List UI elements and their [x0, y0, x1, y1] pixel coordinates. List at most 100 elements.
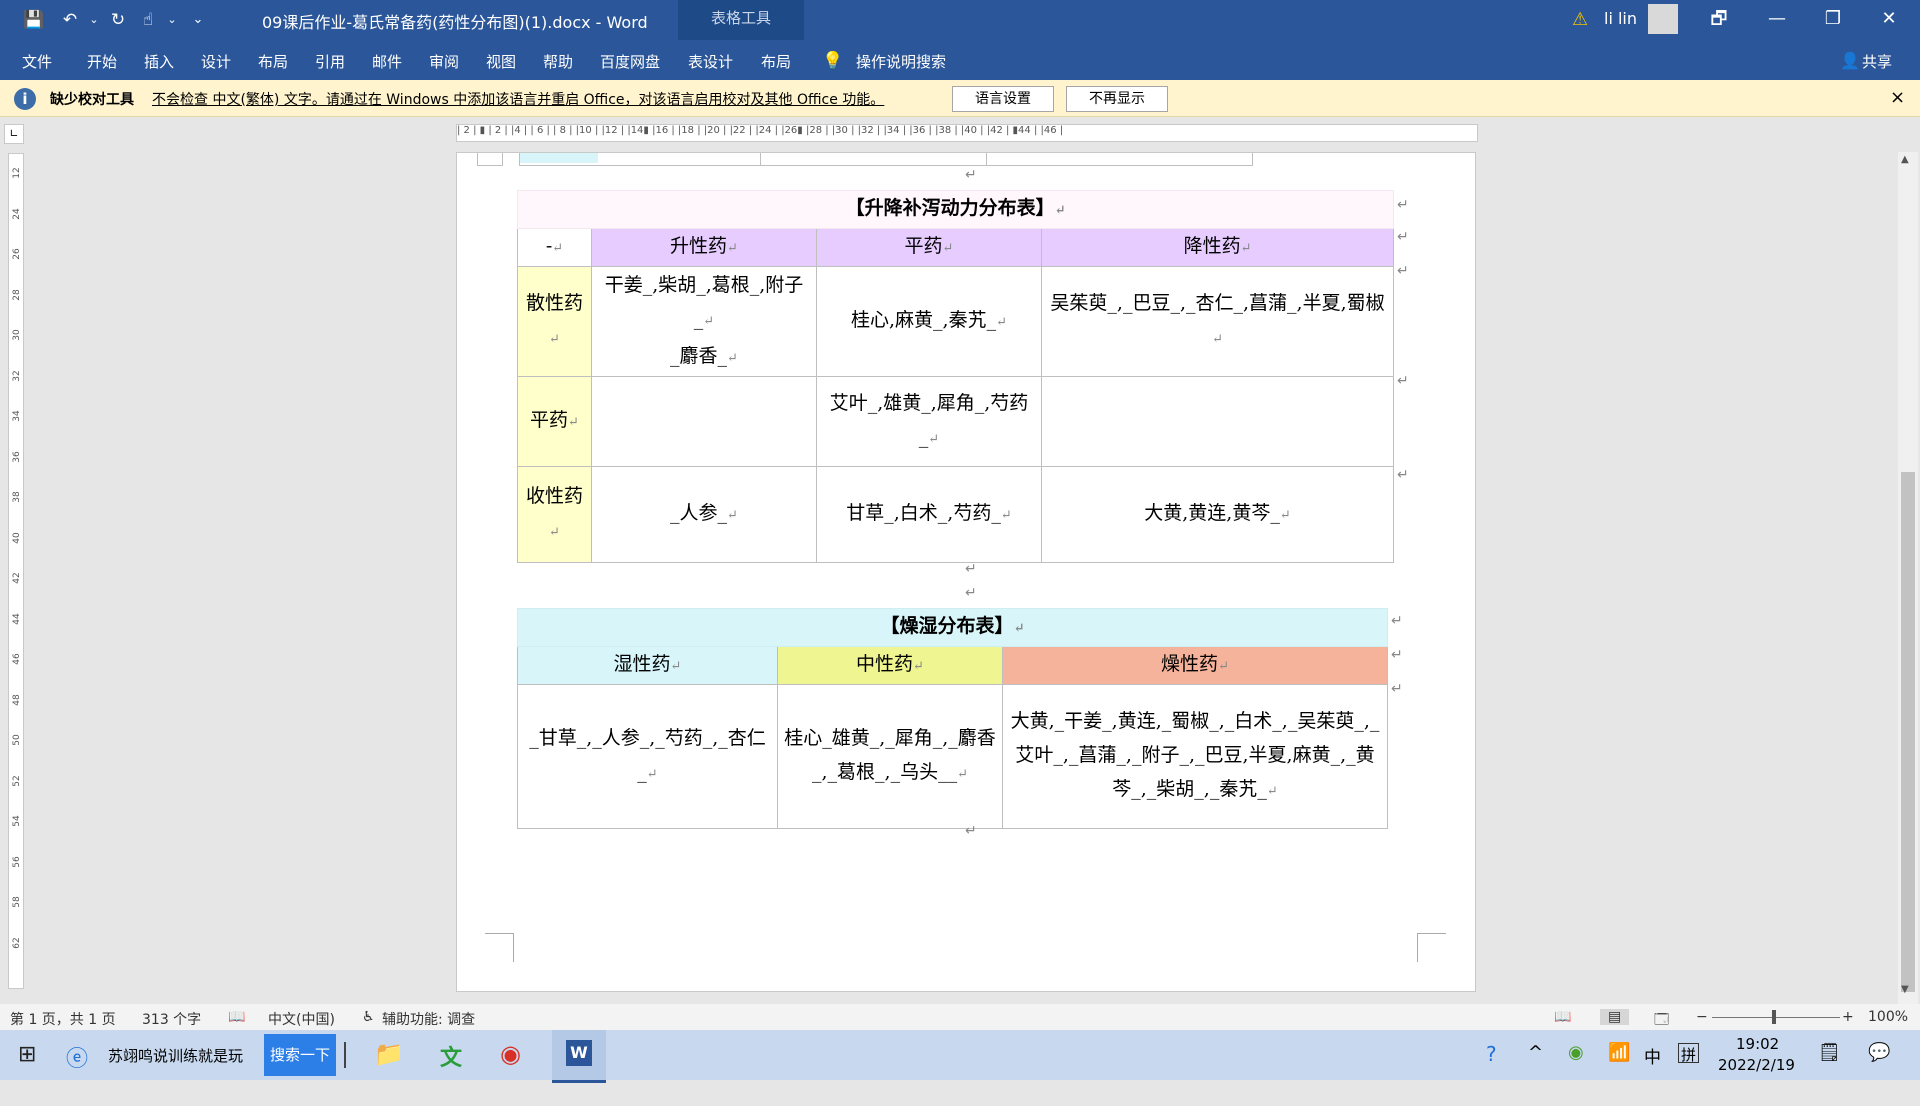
- table-cell[interactable]: 大黄,_干姜_,黄连,_蜀椒_,_白术_,_吴茱萸_,_艾叶_,_菖蒲_,_附子…: [1001, 684, 1389, 829]
- row-header[interactable]: 平药↵: [517, 376, 592, 467]
- tab-file[interactable]: 文件: [22, 51, 52, 72]
- notes-icon[interactable]: 🗒: [1818, 1042, 1841, 1092]
- table-corner-cell[interactable]: -↵: [517, 228, 592, 267]
- zoom-out-button[interactable]: −: [1696, 1009, 1708, 1025]
- save-icon[interactable]: 💾: [22, 8, 46, 32]
- column-header[interactable]: 燥性药↵: [1001, 646, 1389, 685]
- page-count[interactable]: 第 1 页，共 1 页: [10, 1009, 116, 1029]
- file-explorer-icon[interactable]: 📁: [374, 1040, 404, 1090]
- tab-review[interactable]: 审阅: [429, 51, 459, 72]
- wps-text-icon[interactable]: 文: [440, 1040, 462, 1090]
- print-layout-icon[interactable]: ▤: [1600, 1009, 1630, 1025]
- minimize-icon[interactable]: —: [1754, 0, 1800, 40]
- table-cell[interactable]: 桂心,麻黄_,秦艽_↵: [816, 266, 1042, 377]
- table-cell[interactable]: 桂心_雄黄_,_犀角_,_麝香_,_葛根_,_乌头__↵: [777, 684, 1003, 829]
- zoom-slider[interactable]: [1712, 1017, 1840, 1018]
- tray-app-icon[interactable]: ◉: [1568, 1042, 1584, 1092]
- zoom-in-button[interactable]: +: [1842, 1009, 1854, 1025]
- language-settings-button[interactable]: 语言设置: [952, 86, 1054, 112]
- column-header[interactable]: 降性药↵: [1040, 228, 1395, 267]
- touch-mode-icon[interactable]: ☝: [136, 8, 160, 32]
- user-name[interactable]: li lin: [1604, 9, 1637, 28]
- tab-home[interactable]: 开始: [87, 51, 117, 72]
- warning-icon[interactable]: ⚠: [1572, 9, 1588, 30]
- message-bar-close-icon[interactable]: ×: [1890, 87, 1905, 108]
- help-icon[interactable]: ?: [1486, 1042, 1497, 1092]
- row-header[interactable]: 散性药↵: [517, 266, 592, 377]
- column-header[interactable]: 中性药↵: [777, 646, 1003, 685]
- avatar[interactable]: [1648, 4, 1678, 34]
- tab-selector[interactable]: ∟: [4, 124, 24, 144]
- tab-references[interactable]: 引用: [315, 51, 345, 72]
- tab-table-layout[interactable]: 布局: [761, 51, 791, 72]
- table-cell[interactable]: 甘草_,白术_,芍药_↵: [816, 466, 1042, 563]
- undo-dropdown-icon[interactable]: ⌄: [82, 8, 106, 32]
- wifi-icon[interactable]: 📶: [1608, 1042, 1630, 1092]
- tab-view[interactable]: 视图: [486, 51, 516, 72]
- scrollbar-thumb[interactable]: [1901, 472, 1915, 992]
- dryness-dampness-table[interactable]: 【燥湿分布表】↵ 湿性药↵ 中性药↵ 燥性药↵ _甘草_,_人参_,_芍药_,_…: [516, 608, 1389, 829]
- clock-date[interactable]: 2022/2/19: [1718, 1056, 1795, 1106]
- search-button[interactable]: 搜索一下: [264, 1034, 336, 1076]
- touch-dropdown-icon[interactable]: ⌄: [160, 8, 184, 32]
- zoom-slider-thumb[interactable]: [1772, 1010, 1776, 1024]
- scroll-up-icon[interactable]: ▲: [1901, 154, 1909, 165]
- table-cell[interactable]: 大黄,黄连,黄芩_↵: [1040, 466, 1395, 563]
- table-cell[interactable]: _人参_↵: [591, 466, 817, 563]
- table-cell[interactable]: [1040, 376, 1395, 467]
- vertical-scrollbar[interactable]: ▲ ▼: [1898, 152, 1918, 1004]
- message-bar-text[interactable]: 不会检查 中文(繁体) 文字。请通过在 Windows 中添加该语言并重启 Of…: [152, 89, 884, 109]
- tab-table-design[interactable]: 表设计: [688, 51, 733, 72]
- word-count[interactable]: 313 个字: [142, 1009, 201, 1029]
- table-cell[interactable]: 吴茱萸_,_巴豆_,_杏仁_,菖蒲_,半夏,蜀椒↵: [1040, 266, 1395, 377]
- ime-mode[interactable]: 拼: [1678, 1043, 1700, 1064]
- accessibility-status[interactable]: 辅助功能: 调查: [382, 1009, 475, 1029]
- read-mode-icon[interactable]: 📖: [1554, 1009, 1571, 1025]
- tab-layout[interactable]: 布局: [258, 51, 288, 72]
- column-header[interactable]: 升性药↵: [591, 228, 817, 267]
- word-taskbar-button[interactable]: W: [552, 1030, 606, 1083]
- table-title[interactable]: 【升降补泻动力分布表】↵: [516, 190, 1395, 229]
- ie-browser-icon[interactable]: ⓔ: [66, 1041, 88, 1091]
- proofing-icon[interactable]: 📖: [228, 1009, 245, 1025]
- dynamics-distribution-table[interactable]: 【升降补泻动力分布表】↵ -↵ 升性药↵ 平药↵ 降性药↵ 散性药↵ 干姜_,柴…: [516, 190, 1395, 563]
- vertical-ruler[interactable]: 12 24 26 28 30 32 34 36 38 40 42 44 46 48 50 52 54 56 58 62: [8, 153, 24, 989]
- notifications-icon[interactable]: 💬: [1868, 1042, 1890, 1092]
- row-header[interactable]: 收性药↵: [517, 466, 592, 563]
- horizontal-ruler[interactable]: | 2 | ▮ | 2 | |4 | | 6 | | 8 | |10 | |12…: [456, 124, 1478, 142]
- tab-help[interactable]: 帮助: [543, 51, 573, 72]
- language-indicator[interactable]: 中文(中国): [268, 1009, 335, 1029]
- end-of-row-mark: ↵: [1391, 647, 1403, 663]
- tab-insert[interactable]: 插入: [144, 51, 174, 72]
- lightbulb-icon[interactable]: 💡: [822, 51, 843, 71]
- table-cell[interactable]: 艾叶_,雄黄_,犀角_,芍药_↵: [816, 376, 1042, 467]
- windows-start-icon[interactable]: ⊞: [18, 1042, 36, 1092]
- tab-baidu-netdisk[interactable]: 百度网盘: [600, 51, 660, 72]
- column-header[interactable]: 湿性药↵: [517, 646, 778, 685]
- table-title[interactable]: 【燥湿分布表】↵: [516, 608, 1389, 647]
- person-icon[interactable]: 👤: [1840, 51, 1860, 70]
- tab-mailings[interactable]: 邮件: [372, 51, 402, 72]
- restore-icon[interactable]: ❐: [1810, 0, 1856, 40]
- column-header[interactable]: 平药↵: [816, 228, 1042, 267]
- table-cell[interactable]: [591, 376, 817, 467]
- undo-icon[interactable]: ↶: [58, 8, 82, 32]
- zoom-level[interactable]: 100%: [1868, 1009, 1908, 1025]
- share-button[interactable]: 共享: [1862, 51, 1892, 72]
- ribbon-display-options-icon[interactable]: 🗗: [1696, 0, 1742, 40]
- close-icon[interactable]: ✕: [1866, 0, 1912, 40]
- tab-design[interactable]: 设计: [201, 51, 231, 72]
- scroll-down-icon[interactable]: ▼: [1901, 984, 1909, 995]
- document-page[interactable]: ↵ 【升降补泻动力分布表】↵ -↵ 升性药↵ 平药↵ 降性药↵ 散性药↵ 干姜_…: [456, 152, 1476, 992]
- accessibility-icon[interactable]: ♿: [362, 1009, 375, 1025]
- dont-show-again-button[interactable]: 不再显示: [1066, 86, 1168, 112]
- chrome-icon[interactable]: ◉: [500, 1040, 521, 1090]
- table-cell[interactable]: _甘草_,_人参_,_芍药_,_杏仁_↵: [517, 684, 778, 829]
- tell-me-search[interactable]: 操作说明搜索: [856, 51, 946, 72]
- ime-language[interactable]: 中: [1644, 1043, 1661, 1093]
- browser-search-text[interactable]: 苏翊鸣说训练就是玩: [108, 1045, 243, 1095]
- table-cell[interactable]: 干姜_,柴胡_,葛根_,附子_↵ _麝香_↵: [591, 266, 817, 377]
- redo-icon[interactable]: ↻: [106, 8, 130, 32]
- show-hidden-icons-icon[interactable]: ^: [1528, 1042, 1543, 1092]
- customize-qat-icon[interactable]: ⌄: [186, 8, 210, 32]
